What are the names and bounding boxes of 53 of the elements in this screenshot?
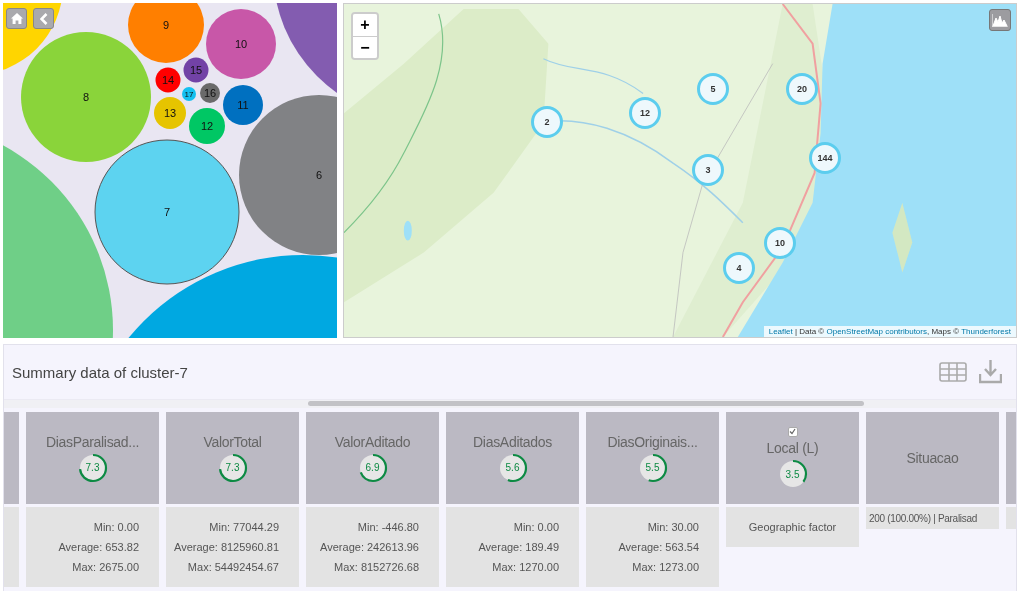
bubble-label: 12 [200, 120, 214, 132]
bubble-label: 9 [162, 19, 170, 31]
cluster-bubble[interactable] [223, 85, 263, 125]
column-checkbox[interactable] [787, 427, 798, 437]
zoom-out-button[interactable]: − [353, 36, 377, 58]
category-cell: 200 (100.00%) | Paralisad [866, 507, 999, 529]
score-ring: 7.3 [77, 452, 108, 483]
column-name: Situacao [906, 450, 959, 466]
bubble-label: 13 [163, 107, 177, 119]
score-ring: 3.5 [777, 459, 808, 489]
bubble-label: 6 [315, 169, 323, 181]
score-ring: 5.5 [637, 452, 668, 483]
bubble-label: 14 [161, 74, 175, 86]
cluster-bubble[interactable] [155, 67, 181, 93]
cluster-bubble[interactable] [183, 57, 209, 83]
bubble-label: 15 [189, 64, 203, 76]
stats-cell: Min: -446.80 Average: 242613.96 Max: 8152726.68 [306, 507, 439, 587]
bubble-label: 16 [203, 87, 217, 99]
summary-title: Summary data of cluster-7 [12, 363, 188, 381]
column-name: DiasAditados [473, 433, 552, 450]
bubble-label: 10 [234, 38, 248, 50]
bubble-label: 17 [184, 90, 194, 99]
column-name: ValorAditado [334, 433, 411, 450]
back-button[interactable] [33, 8, 54, 29]
stats-cell: Min: 0.00 Average: 653.82 Max: 2675.00 [26, 507, 159, 587]
bubble-label: 8 [82, 91, 90, 103]
column-name: DiasParalisad... [45, 433, 140, 450]
column-name: Local (L) [766, 440, 819, 456]
cluster-bubble[interactable] [189, 108, 225, 144]
bubble-label: 11 [237, 99, 249, 111]
stats-cell: Min: 30.00 Average: 563.54 Max: 1273.00 [586, 507, 719, 587]
score-ring: 5.6 [497, 452, 528, 483]
attribution-link[interactable]: Leaflet [768, 327, 793, 336]
download-icon[interactable] [979, 360, 1002, 384]
scrollbar[interactable] [4, 400, 1016, 408]
attribution-link[interactable]: OpenStreetMap contributors [826, 327, 927, 336]
home-button[interactable] [6, 8, 27, 29]
area-chart-icon [992, 13, 1008, 27]
column-name: ValorTotal [203, 433, 262, 450]
score-ring: 7.3 [217, 452, 248, 483]
stats-cell: Min: 77044.29 Average: 8125960.81 Max: 54492454.67 [166, 507, 299, 587]
chart-button[interactable] [989, 9, 1011, 31]
chevron-left-icon [39, 12, 48, 25]
map-attribution: Leaflet | Data © OpenStreetMap contributors, Maps © Thunderforest [763, 326, 1016, 337]
factor-cell: Geographic factor [726, 507, 859, 547]
attribution-link[interactable]: Thunderforest [961, 327, 1011, 336]
score-ring: 6.9 [357, 452, 388, 483]
zoom-in-button[interactable]: + [353, 14, 377, 36]
bubble-label: 7 [163, 206, 171, 218]
cluster-bubble[interactable] [154, 97, 186, 129]
stats-cell: Min: 0.00 Average: 189.49 Max: 1270.00 [446, 507, 579, 587]
column-name: DiasOriginais... [607, 433, 698, 450]
home-icon [10, 13, 23, 24]
